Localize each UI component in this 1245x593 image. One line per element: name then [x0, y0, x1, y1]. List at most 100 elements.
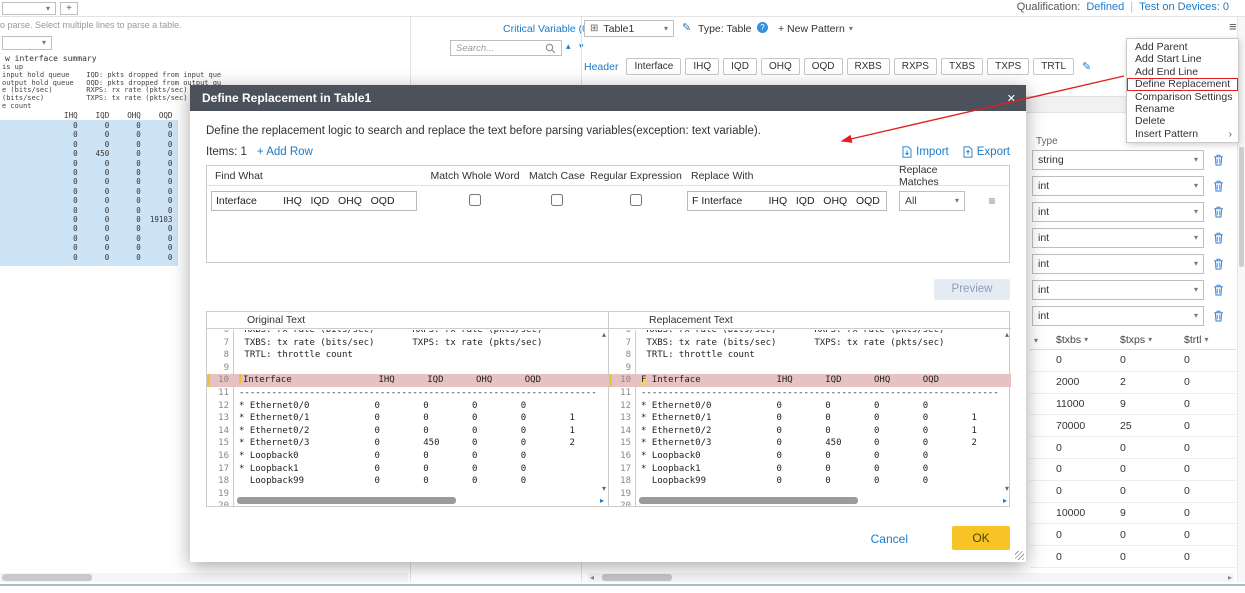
trash-icon[interactable]: [1213, 310, 1224, 322]
test-on-devices-link[interactable]: Test on Devices: 0: [1139, 1, 1229, 13]
cancel-button[interactable]: Cancel: [871, 532, 908, 546]
menu-item[interactable]: Define Replacement: [1127, 78, 1238, 90]
horizontal-scrollbar[interactable]: [588, 573, 1234, 582]
scroll-down-icon[interactable]: [1005, 485, 1009, 493]
scroll-up-icon[interactable]: [1005, 331, 1009, 339]
edit-table-icon[interactable]: [682, 21, 691, 34]
export-button[interactable]: Export: [963, 146, 1010, 158]
edit-columns-icon[interactable]: [1082, 60, 1091, 73]
header-column-chip[interactable]: TXBS: [941, 58, 983, 75]
horizontal-scrollbar[interactable]: [639, 497, 993, 504]
type-select[interactable]: string: [1032, 150, 1204, 170]
dialog-titlebar[interactable]: Define Replacement in Table1: [190, 85, 1026, 111]
replace-matches-select[interactable]: All: [899, 191, 965, 211]
new-pattern-button[interactable]: + New Pattern: [778, 23, 853, 35]
scroll-down-icon[interactable]: [602, 485, 606, 493]
scrollbar-thumb[interactable]: [1239, 147, 1244, 267]
scroll-right-icon[interactable]: [1003, 496, 1007, 505]
line-text: * Ethernet0/2 0 0 0 0 1: [636, 425, 1011, 438]
add-row-button[interactable]: + Add Row: [257, 146, 313, 158]
scrollbar-thumb[interactable]: [237, 497, 456, 504]
menu-item-label: Insert Pattern: [1135, 128, 1198, 140]
top-left-select[interactable]: [2, 2, 56, 15]
add-button[interactable]: [60, 2, 78, 15]
header-column-chip[interactable]: RXPS: [894, 58, 937, 75]
search-input[interactable]: [456, 43, 545, 54]
qualification-value-link[interactable]: Defined: [1086, 1, 1124, 13]
regular-expression-checkbox[interactable]: [630, 194, 642, 206]
menu-item[interactable]: Delete: [1127, 115, 1238, 127]
type-select[interactable]: int: [1032, 228, 1204, 248]
scroll-right-icon[interactable]: [600, 496, 604, 505]
filter-caret-icon[interactable]: [1034, 336, 1038, 345]
type-select[interactable]: int: [1032, 306, 1204, 326]
scroll-left-icon[interactable]: [590, 573, 594, 582]
horizontal-scrollbar[interactable]: [237, 497, 590, 504]
line-number: 9: [207, 362, 234, 375]
menu-item[interactable]: Insert Pattern: [1127, 128, 1238, 140]
close-icon[interactable]: [1007, 92, 1016, 105]
find-what-input[interactable]: [211, 191, 417, 211]
scrollbar-thumb[interactable]: [602, 574, 672, 581]
type-select[interactable]: int: [1032, 176, 1204, 196]
scroll-right-icon[interactable]: [1228, 573, 1232, 582]
search-icon: [545, 43, 556, 54]
header-column-chip[interactable]: IQD: [723, 58, 757, 75]
scroll-up-icon[interactable]: [602, 331, 606, 339]
trash-icon[interactable]: [1213, 232, 1224, 244]
row-menu-icon[interactable]: [988, 194, 995, 208]
header-column-chip[interactable]: Interface: [626, 58, 681, 75]
regular-expression-header: Regular Expression: [589, 170, 683, 182]
header-column-chip[interactable]: TXPS: [987, 58, 1029, 75]
critical-variable-link[interactable]: Critical Variable (0): [503, 23, 592, 35]
info-icon[interactable]: [757, 22, 768, 33]
match-whole-word-checkbox[interactable]: [469, 194, 481, 206]
menu-item[interactable]: Add Start Line: [1127, 53, 1238, 65]
chevron-down-icon: [1194, 260, 1198, 268]
header-column-chip[interactable]: TRTL: [1033, 58, 1074, 75]
trash-icon[interactable]: [1213, 206, 1224, 218]
header-column-chip[interactable]: OQD: [804, 58, 843, 75]
panel-menu-icon[interactable]: [1229, 19, 1237, 34]
menu-item[interactable]: Rename: [1127, 103, 1238, 115]
original-text-code[interactable]: 6 RXBS: rx rate (bits/sec) RXPS: rx rate…: [207, 330, 608, 506]
scrollbar-thumb[interactable]: [639, 497, 858, 504]
replace-with-input[interactable]: [687, 191, 887, 211]
trash-icon[interactable]: [1213, 180, 1224, 192]
trash-icon[interactable]: [1213, 258, 1224, 270]
code-line: 7 TXBS: tx rate (bits/sec) TXPS: tx rate…: [207, 337, 608, 350]
search-prev-button[interactable]: [566, 42, 571, 51]
header-column-chip[interactable]: OHQ: [761, 58, 800, 75]
replacement-text-code[interactable]: 6 RXBS: rx rate (bits/sec) RXPS: rx rate…: [609, 330, 1011, 506]
type-select[interactable]: int: [1032, 202, 1204, 222]
chevron-down-icon[interactable]: [1084, 336, 1088, 344]
horizontal-scrollbar[interactable]: [0, 573, 408, 582]
code-line: 11 -------------------------------------…: [207, 387, 608, 400]
type-select[interactable]: int: [1032, 254, 1204, 274]
chevron-down-icon: [1194, 156, 1198, 164]
trash-icon[interactable]: [1213, 284, 1224, 296]
original-text-title: Original Text: [207, 312, 608, 329]
match-case-checkbox[interactable]: [551, 194, 563, 206]
import-button[interactable]: Import: [902, 146, 949, 158]
preview-button[interactable]: Preview: [934, 279, 1010, 300]
sample-select[interactable]: [2, 36, 52, 50]
chevron-down-icon: [1194, 312, 1198, 320]
menu-item[interactable]: Comparison Settings: [1127, 91, 1238, 103]
sample-table-row: 0 0 0 0: [46, 177, 172, 186]
menu-item[interactable]: Add End Line: [1127, 66, 1238, 78]
header-column-chip[interactable]: RXBS: [847, 58, 890, 75]
scrollbar-thumb[interactable]: [2, 574, 92, 581]
table-select[interactable]: Table1: [584, 20, 674, 37]
replacement-text-panel: Replacement Text 6 RXBS: rx rate (bits/s…: [609, 312, 1011, 506]
chevron-down-icon[interactable]: [1148, 336, 1152, 344]
line-text: Interface IHQ IQD OHQ OQD: [234, 374, 608, 387]
menu-item[interactable]: Add Parent: [1127, 41, 1238, 53]
ok-button[interactable]: OK: [952, 526, 1010, 550]
resize-handle[interactable]: [1015, 551, 1024, 560]
trash-icon[interactable]: [1213, 154, 1224, 166]
chevron-down-icon[interactable]: [1205, 336, 1209, 344]
type-select[interactable]: int: [1032, 280, 1204, 300]
header-column-chip[interactable]: IHQ: [685, 58, 719, 75]
header-columns-row: Header InterfaceIHQIQDOHQOQDRXBSRXPSTXBS…: [584, 58, 1091, 75]
